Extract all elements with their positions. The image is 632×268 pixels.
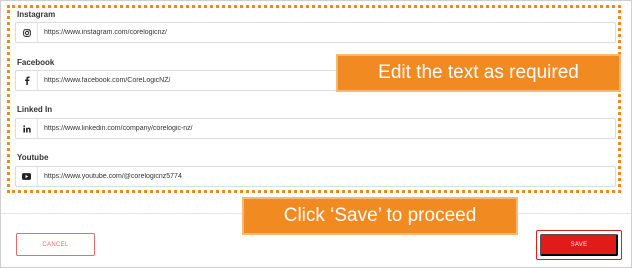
linkedin-label: Linked In [17, 105, 53, 114]
facebook-icon [16, 71, 38, 90]
cancel-button[interactable]: CANCEL [16, 233, 95, 256]
youtube-label: Youtube [17, 153, 49, 162]
instagram-label: Instagram [17, 10, 56, 19]
facebook-label: Facebook [17, 58, 55, 67]
social-links-dialog: Instagram Facebook Linked In [0, 0, 632, 268]
youtube-icon [16, 167, 38, 186]
save-button[interactable]: SAVE [540, 234, 618, 256]
youtube-url-input[interactable] [38, 167, 615, 186]
linkedin-url-input[interactable] [38, 119, 615, 138]
youtube-field [15, 166, 616, 187]
edit-text-callout: Edit the text as required [336, 54, 621, 92]
linkedin-field [15, 118, 616, 139]
social-links-form: Instagram Facebook Linked In [1, 1, 631, 211]
instagram-icon [16, 23, 38, 42]
linkedin-icon [16, 119, 38, 138]
instagram-field [15, 22, 616, 43]
instagram-url-input[interactable] [38, 23, 615, 42]
save-callout: Click ‘Save’ to proceed [242, 197, 518, 235]
